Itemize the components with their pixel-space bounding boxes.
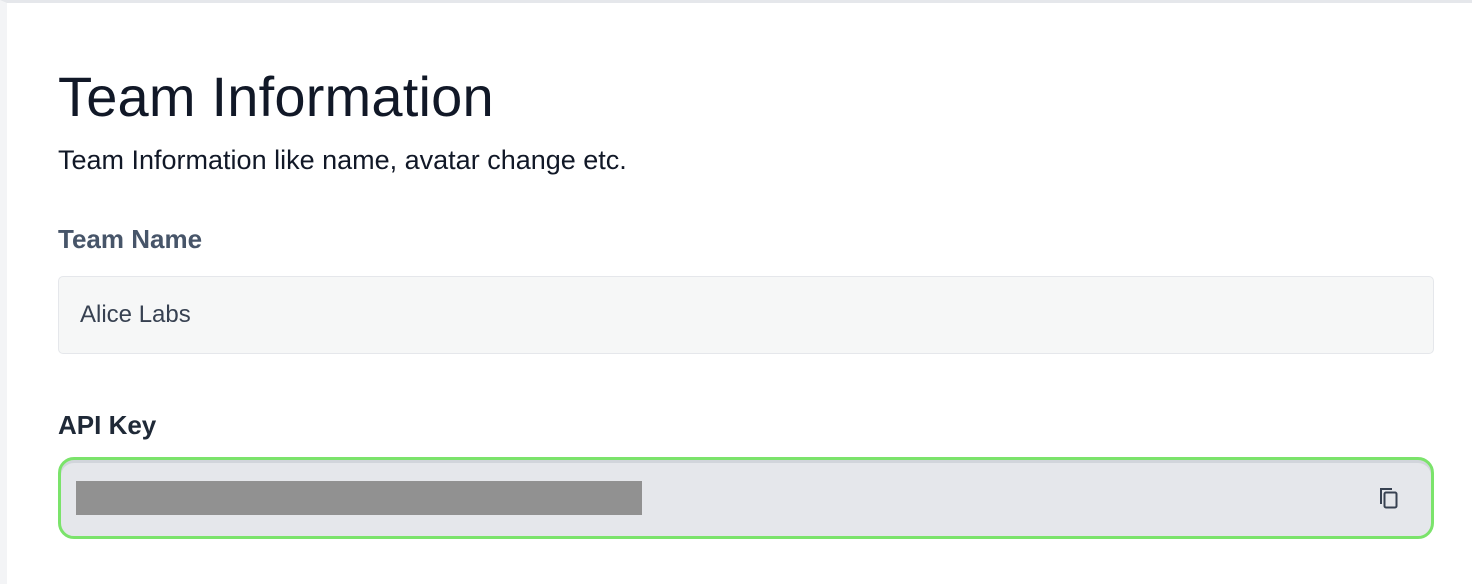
api-key-label: API Key bbox=[58, 410, 157, 440]
copy-icon bbox=[1380, 488, 1398, 509]
page-title: Team Information bbox=[58, 65, 494, 128]
api-key-field[interactable] bbox=[58, 457, 1434, 539]
team-name-input[interactable] bbox=[78, 300, 1433, 330]
team-name-field[interactable] bbox=[58, 276, 1434, 354]
team-information-section: Team Information Team Information like n… bbox=[58, 65, 1434, 539]
copy-api-key-button[interactable] bbox=[1373, 482, 1403, 512]
page-subtitle: Team Information like name, avatar chang… bbox=[58, 145, 627, 175]
team-name-label: Team Name bbox=[58, 224, 203, 254]
api-key-masked-value bbox=[76, 481, 642, 515]
settings-page: Team Information Team Information like n… bbox=[0, 0, 1472, 584]
